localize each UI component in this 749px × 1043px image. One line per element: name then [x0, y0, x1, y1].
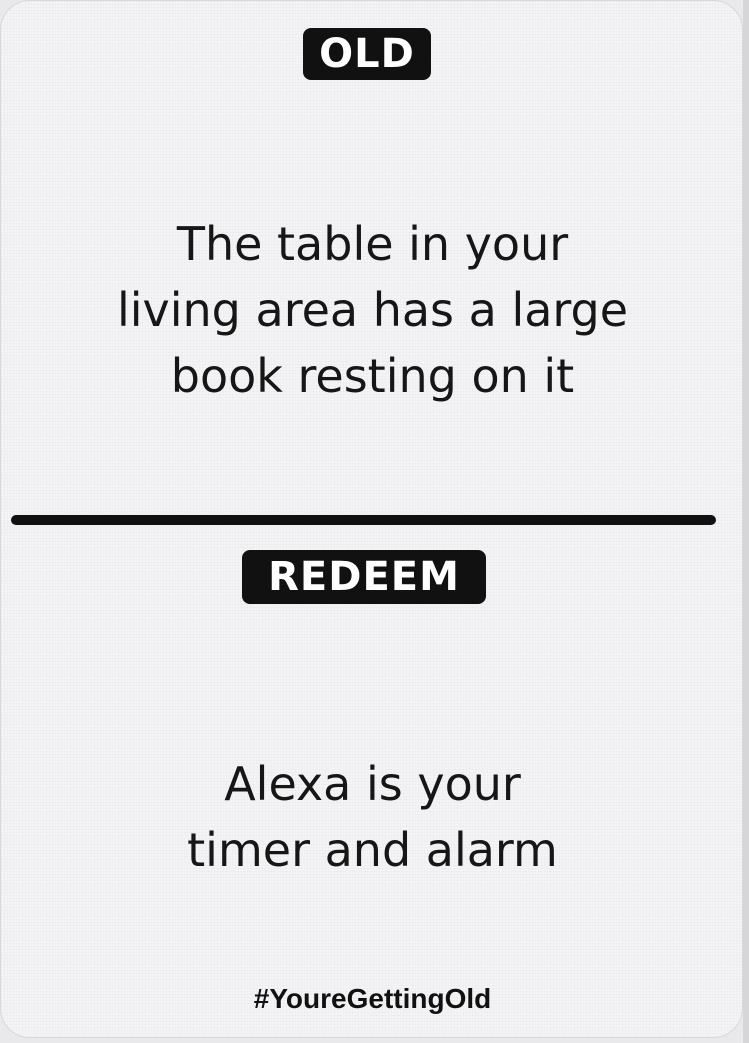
hashtag: #YoureGettingOld [253, 983, 492, 1014]
old-statement: The table in your living area has a larg… [21, 211, 724, 409]
old-statement-line: living area has a large [116, 283, 629, 337]
redeem-statement-line: Alexa is your [224, 757, 521, 811]
old-label: OLD [303, 28, 431, 80]
redeem-statement: Alexa is your timer and alarm [21, 751, 724, 883]
card: OLD The table in your living area has a … [0, 0, 743, 1038]
card-edge-shadow [743, 0, 749, 1043]
redeem-label: REDEEM [242, 550, 486, 604]
divider-line [11, 515, 716, 525]
old-statement-line: The table in your [176, 217, 569, 271]
old-statement-line: book resting on it [170, 349, 575, 403]
redeem-statement-line: timer and alarm [187, 823, 558, 877]
